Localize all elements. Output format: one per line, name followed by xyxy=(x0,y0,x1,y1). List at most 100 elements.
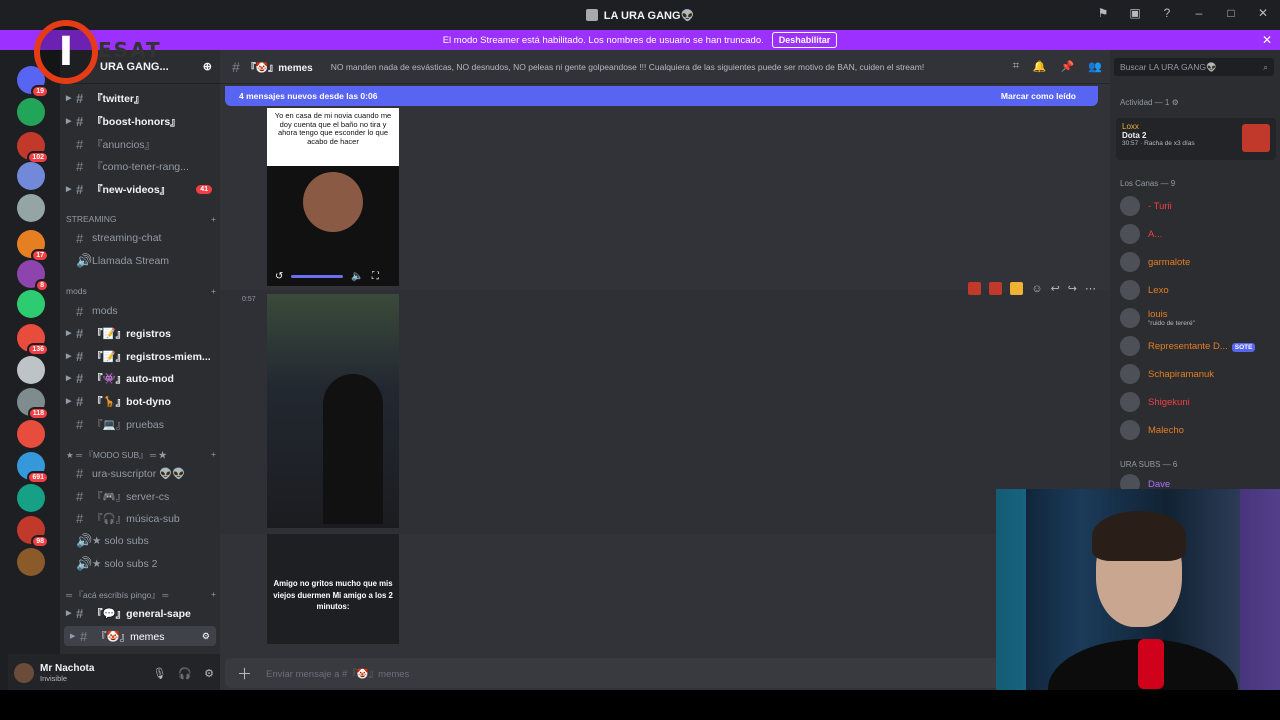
server-icon[interactable] xyxy=(17,162,45,190)
more-icon[interactable]: ⋯ xyxy=(1085,282,1096,295)
volume-icon[interactable]: 🔈 xyxy=(351,271,363,282)
headphones-icon[interactable]: 🎧 xyxy=(178,667,192,680)
message-composer[interactable]: ＋ Enviar mensaje a #『🤡』memes xyxy=(225,658,1105,688)
message-hovered[interactable]: 0:57 xyxy=(220,290,1110,534)
member-item[interactable]: Malecho xyxy=(1120,420,1184,440)
channel-como-tener-rango[interactable]: # 『como-tener-rang... xyxy=(60,156,220,176)
server-icon[interactable]: 691 xyxy=(17,452,49,484)
reply-icon[interactable]: ↩ xyxy=(1051,282,1060,295)
channel-auto-mod[interactable]: ▶ # 『👾』auto-mod xyxy=(60,368,220,388)
reaction-emoji[interactable] xyxy=(1010,282,1024,295)
close-icon[interactable]: ✕ xyxy=(1254,6,1272,20)
voice-channel-llamada[interactable]: 🔊 Llamada Stream xyxy=(60,251,220,271)
category-aca-escribis[interactable]: ═ 『acá escribís pingo』 ═ + xyxy=(66,589,216,601)
category-modo-sub[interactable]: ★ ═ 『MODO SUB』 ═ ★ + xyxy=(66,449,216,461)
reaction-emoji[interactable] xyxy=(989,282,1003,295)
member-item[interactable]: garmalote xyxy=(1120,252,1190,272)
replay-icon[interactable]: ↺ xyxy=(275,271,283,282)
maximize-icon[interactable]: □ xyxy=(1222,6,1240,20)
channel-ura-suscriptor[interactable]: # ura-suscriptor 👽👽 xyxy=(60,463,220,483)
member-item[interactable]: louis "ruido de tereré" xyxy=(1120,308,1195,328)
add-channel-icon[interactable]: + xyxy=(211,589,216,601)
volume-slider[interactable] xyxy=(291,275,344,278)
forward-icon[interactable]: ↪ xyxy=(1068,282,1077,295)
member-item[interactable]: Schapiramanuk xyxy=(1120,364,1214,384)
member-item[interactable]: - Turii xyxy=(1120,196,1172,216)
channel-topic[interactable]: NO manden nada de esvásticas, NO desnudo… xyxy=(331,62,924,72)
video-attachment[interactable]: Yo en casa de mi novia cuando me doy cue… xyxy=(267,108,399,286)
channel-general-sape[interactable]: ▶ # 『💬』general-sape xyxy=(60,603,220,623)
voice-channel-solo-subs-2[interactable]: 🔊 ★ solo subs 2 xyxy=(60,554,220,574)
channel-streaming-chat[interactable]: # streaming-chat xyxy=(60,228,220,248)
category-label: ★ ═ 『MODO SUB』 ═ ★ xyxy=(66,450,167,460)
pin-icon[interactable]: 📌 xyxy=(1061,60,1075,73)
channel-server-cs[interactable]: # 『🎮』server-cs xyxy=(60,486,220,506)
channel-twitter[interactable]: ▶ # 『twitter』 xyxy=(60,88,220,108)
minimize-icon[interactable]: – xyxy=(1190,6,1208,20)
member-item[interactable]: Lexo xyxy=(1120,280,1169,300)
add-member-icon[interactable]: ⊕ xyxy=(203,60,212,73)
server-icon[interactable] xyxy=(17,98,45,126)
channel-memes[interactable]: ▶ # 『🤡』memes ⚙ xyxy=(64,626,216,646)
server-icon[interactable] xyxy=(17,194,45,222)
server-icon[interactable] xyxy=(17,484,45,512)
channel-musica-sub[interactable]: # 『🎧』música-sub xyxy=(60,508,220,528)
fullscreen-icon[interactable]: ⛶ xyxy=(372,271,379,282)
channel-label: 『anuncios』 xyxy=(92,138,156,151)
channel-new-videos[interactable]: ▶ # 『new-videos』 41 xyxy=(60,179,220,199)
video-attachment[interactable] xyxy=(267,294,399,528)
screen-icon[interactable]: ▣ xyxy=(1126,6,1144,20)
new-messages-bar[interactable]: 4 mensajes nuevos desde las 0:06 Marcar … xyxy=(225,86,1098,106)
server-icon[interactable]: 118 xyxy=(17,388,49,420)
add-reaction-icon[interactable]: ☺ xyxy=(1031,283,1042,295)
channel-label: ura-suscriptor 👽👽 xyxy=(92,467,186,480)
channel-mods[interactable]: # mods xyxy=(60,301,220,321)
activity-card[interactable]: Loxx Dota 2 30:57 · Racha de x3 días xyxy=(1116,118,1276,160)
bell-icon[interactable]: 🔔 xyxy=(1033,60,1047,73)
search-input[interactable]: Buscar LA URA GANG👽 ⌕ xyxy=(1114,58,1274,76)
members-icon[interactable]: 👥 xyxy=(1088,60,1102,73)
avatar[interactable] xyxy=(14,663,34,683)
server-icon[interactable] xyxy=(17,356,45,384)
settings-icon[interactable]: ⚙ xyxy=(204,667,214,680)
help-icon[interactable]: ? xyxy=(1158,6,1176,20)
server-icon[interactable] xyxy=(17,290,45,318)
speaker-icon: 🔊 xyxy=(76,253,93,268)
threads-icon[interactable]: ⌗ xyxy=(1013,60,1019,73)
add-attachment-icon[interactable]: ＋ xyxy=(237,663,252,684)
microphone-icon[interactable]: 🎙 xyxy=(152,667,166,680)
add-channel-icon[interactable]: + xyxy=(211,286,216,296)
channel-bot-dyno[interactable]: ▶ # 『🦒』bot-dyno xyxy=(60,391,220,411)
channel-label: 『📝』registros xyxy=(92,327,172,340)
server-icon[interactable]: 98 xyxy=(17,516,49,548)
category-mods[interactable]: mods + xyxy=(66,286,216,296)
avatar xyxy=(1120,280,1140,300)
add-channel-icon[interactable]: + xyxy=(211,214,216,224)
channel-anuncios[interactable]: # 『anuncios』 xyxy=(60,134,220,154)
add-channel-icon[interactable]: + xyxy=(211,449,216,461)
disable-streamer-button[interactable]: Deshabilitar xyxy=(771,32,838,48)
close-icon[interactable]: ✕ xyxy=(1262,33,1272,47)
server-icon[interactable] xyxy=(17,548,45,576)
channel-pruebas[interactable]: # 『💻』pruebas xyxy=(60,414,220,434)
mark-as-read-button[interactable]: Marcar como leído xyxy=(1001,91,1076,101)
message-input[interactable]: Enviar mensaje a #『🤡』memes xyxy=(266,666,409,680)
settings-icon[interactable]: ⚙ xyxy=(202,631,210,642)
server-icon[interactable]: 17 xyxy=(17,230,49,262)
image-attachment[interactable]: Amigo no gritos mucho que mis viejos due… xyxy=(267,534,399,644)
member-item[interactable]: Shigekuni xyxy=(1120,392,1190,412)
server-icon[interactable]: 8 xyxy=(17,260,49,292)
server-icon[interactable] xyxy=(17,420,45,448)
member-item[interactable]: A... xyxy=(1120,224,1162,244)
inbox-icon[interactable]: ⚑ xyxy=(1094,6,1112,20)
voice-channel-solo-subs[interactable]: 🔊 ★ solo subs xyxy=(60,531,220,551)
server-icon[interactable]: 136 xyxy=(17,324,49,356)
category-streaming[interactable]: STREAMING + xyxy=(66,214,216,224)
reaction-emoji[interactable] xyxy=(968,282,982,295)
server-icon[interactable]: 102 xyxy=(17,132,49,164)
channel-boost-honors[interactable]: ▶ # 『boost-honors』 xyxy=(60,111,220,131)
channel-registros[interactable]: ▶ # 『📝』registros xyxy=(60,323,220,343)
member-item[interactable]: Representante D... SOTE xyxy=(1120,336,1256,356)
avatar xyxy=(1120,392,1140,412)
channel-registros-miembros[interactable]: ▶ # 『📝』registros-miem... xyxy=(60,346,220,366)
